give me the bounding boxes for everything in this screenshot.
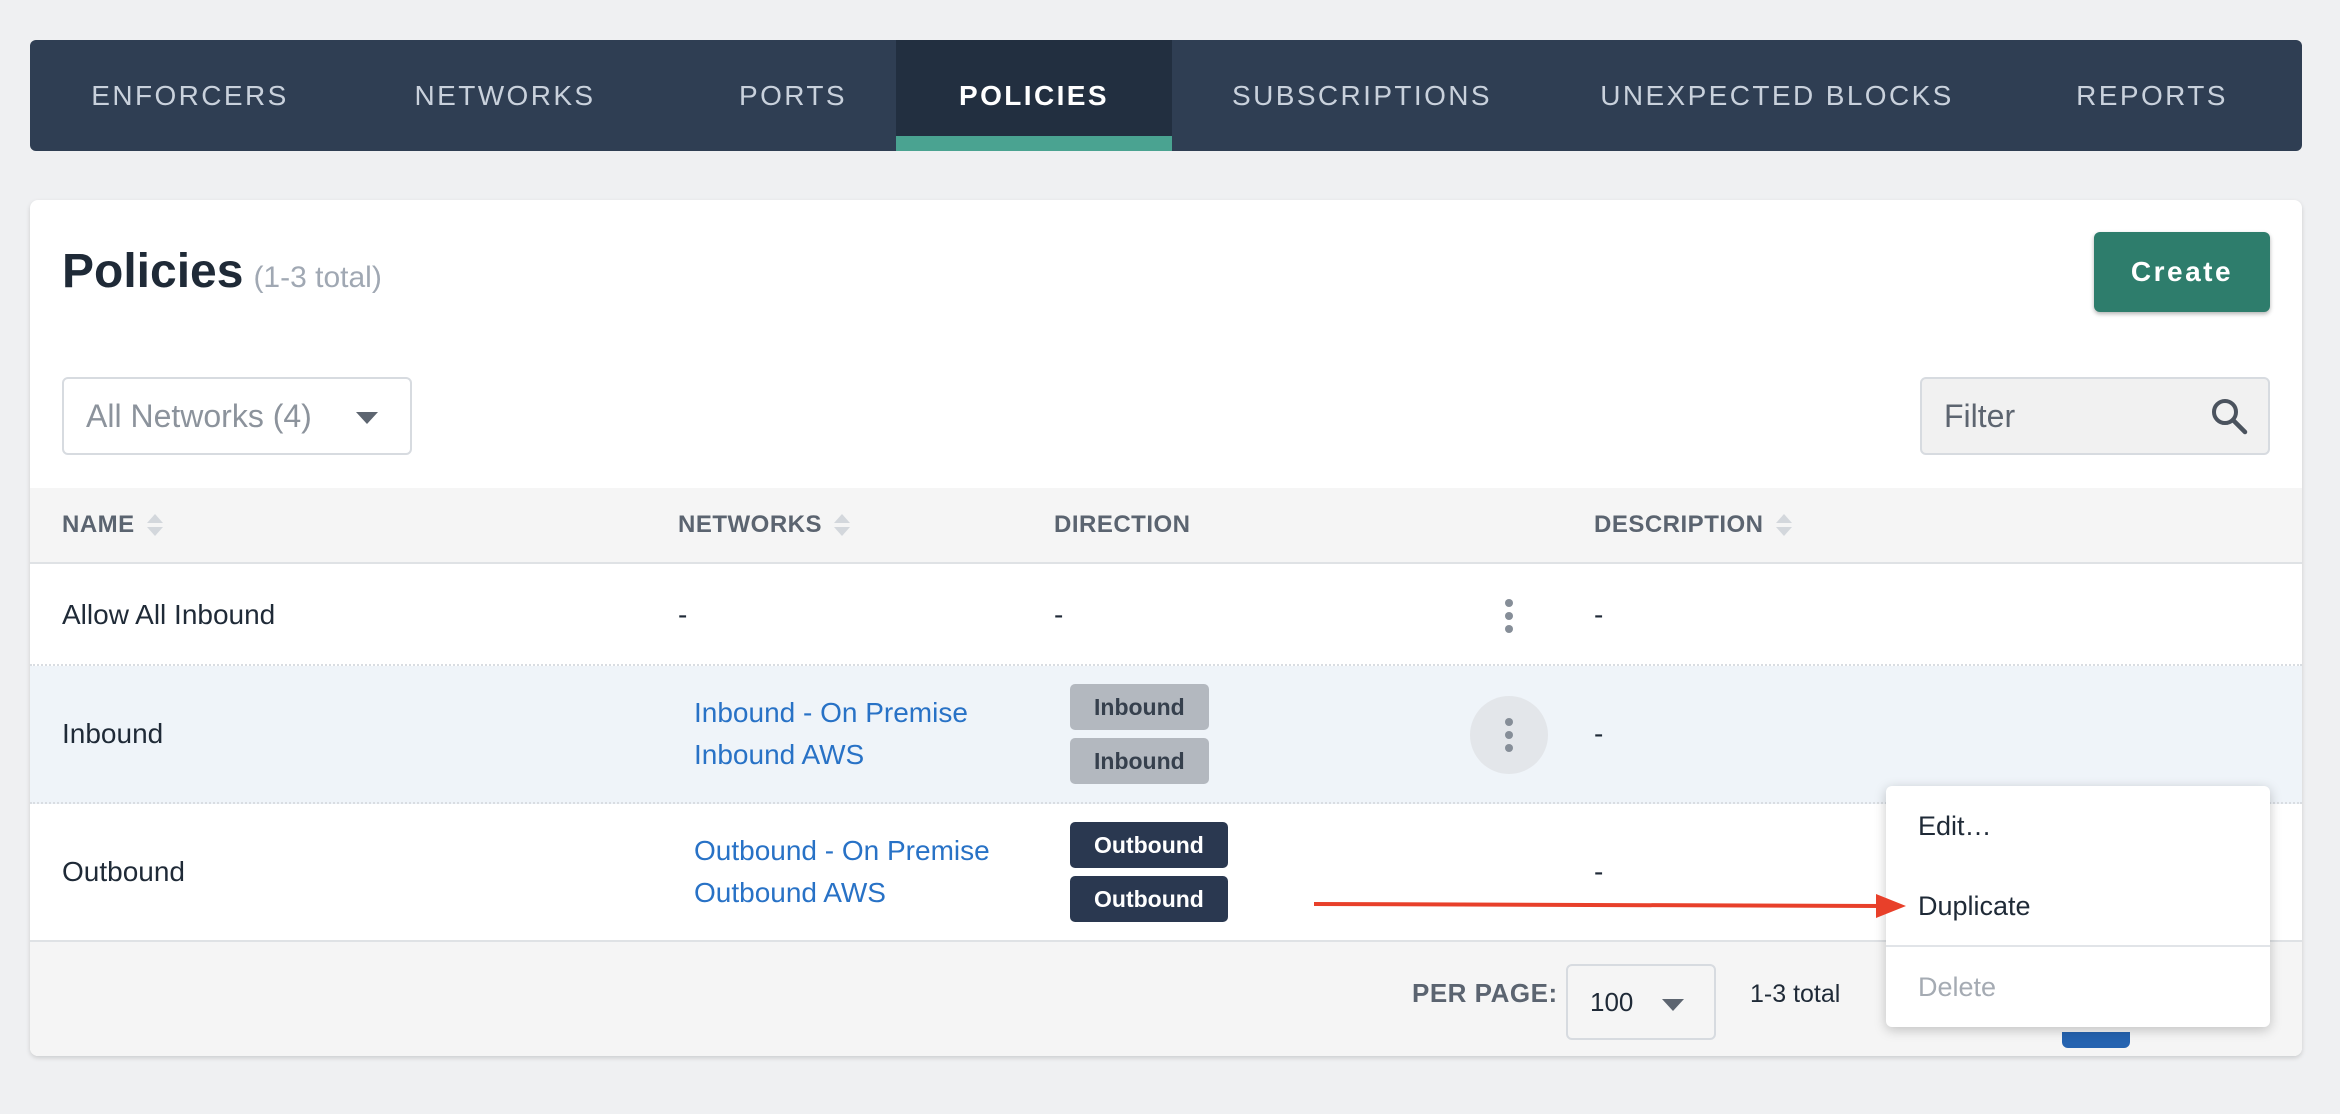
tab-unexpected-blocks[interactable]: UNEXPECTED BLOCKS (1552, 40, 2002, 151)
column-header-description[interactable]: DESCRIPTION (1594, 488, 1794, 562)
row-actions-menu: Edit… Duplicate Delete (1886, 786, 2270, 1027)
filter-box (1920, 377, 2270, 455)
network-link[interactable]: Inbound AWS (694, 734, 864, 776)
caret-down-icon (1662, 999, 1684, 1011)
direction-badge: Outbound (1070, 822, 1228, 868)
tab-ports[interactable]: PORTS (660, 40, 926, 151)
column-name-label: NAME (62, 511, 135, 538)
tab-subscriptions[interactable]: SUBSCRIPTIONS (1172, 40, 1552, 151)
tab-networks[interactable]: NETWORKS (350, 40, 660, 151)
page-button[interactable] (2062, 1032, 2130, 1048)
range-text: 1-3 total (1750, 980, 1841, 1008)
tab-enforcers[interactable]: ENFORCERS (30, 40, 350, 151)
page-title: Policies (62, 245, 244, 298)
direction-badge: Inbound (1070, 738, 1209, 784)
row-actions-button[interactable] (1470, 696, 1548, 774)
per-page-select[interactable]: 100 (1566, 964, 1716, 1040)
description-cell: - (1594, 718, 1604, 749)
tab-reports[interactable]: REPORTS (2002, 40, 2302, 151)
column-header-networks[interactable]: NETWORKS (678, 488, 852, 562)
row-actions-button[interactable] (1470, 577, 1548, 655)
networks-cell: Inbound - On Premise Inbound AWS (694, 666, 968, 802)
direction-cell: - (1054, 599, 1064, 630)
menu-item-delete: Delete (1918, 971, 1997, 1002)
network-link[interactable]: Inbound - On Premise (694, 692, 968, 734)
column-networks-label: NETWORKS (678, 511, 822, 538)
description-cell: - (1594, 599, 1604, 630)
networks-cell: - (678, 599, 688, 630)
network-link[interactable]: Outbound AWS (694, 872, 886, 914)
policy-name: Allow All Inbound (62, 599, 276, 630)
networks-cell: Outbound - On Premise Outbound AWS (694, 804, 990, 940)
filter-input[interactable] (1922, 381, 2192, 451)
sort-icon (146, 514, 163, 536)
annotation-arrow-icon (1313, 894, 1906, 918)
table-row[interactable]: Inbound Inbound - On Premise Inbound AWS… (30, 666, 2302, 804)
direction-badge: Outbound (1070, 876, 1228, 922)
column-header-name[interactable]: NAME (62, 488, 165, 562)
menu-item-duplicate[interactable]: Duplicate (1886, 866, 2270, 946)
sort-icon (1775, 514, 1792, 536)
network-link[interactable]: Outbound - On Premise (694, 830, 990, 872)
menu-item-edit[interactable]: Edit… (1886, 786, 2270, 866)
tab-policies[interactable]: POLICIES (896, 40, 1172, 151)
caret-down-icon (356, 412, 378, 424)
table-row[interactable]: Allow All Inbound - - - (30, 566, 2302, 666)
total-count: (1-3 total) (253, 261, 382, 294)
policy-name: Outbound (62, 856, 185, 887)
column-header-direction: DIRECTION (1054, 488, 1191, 562)
top-nav: ENFORCERS NETWORKS PORTS POLICIES SUBSCR… (30, 40, 2302, 151)
table-header: NAME NETWORKS DIRECTION DESCRIPTION (30, 488, 2302, 564)
direction-cell: Outbound Outbound (1070, 804, 1228, 940)
network-select[interactable]: All Networks (4) (62, 377, 412, 455)
column-direction-label: DIRECTION (1054, 511, 1191, 538)
sort-icon (834, 514, 850, 536)
policy-name: Inbound (62, 718, 164, 749)
kebab-icon (1505, 718, 1513, 752)
direction-badge: Inbound (1070, 684, 1209, 730)
per-page-label: PER PAGE: (1412, 978, 1558, 1008)
search-icon[interactable] (2209, 396, 2249, 436)
title-group: Policies (1-3 total) (62, 244, 382, 299)
network-select-value: All Networks (4) (86, 397, 312, 434)
direction-cell: Inbound Inbound (1070, 666, 1209, 802)
create-button[interactable]: Create (2094, 232, 2270, 312)
column-description-label: DESCRIPTION (1594, 511, 1764, 538)
kebab-icon (1505, 599, 1513, 633)
per-page-value: 100 (1590, 986, 1634, 1017)
